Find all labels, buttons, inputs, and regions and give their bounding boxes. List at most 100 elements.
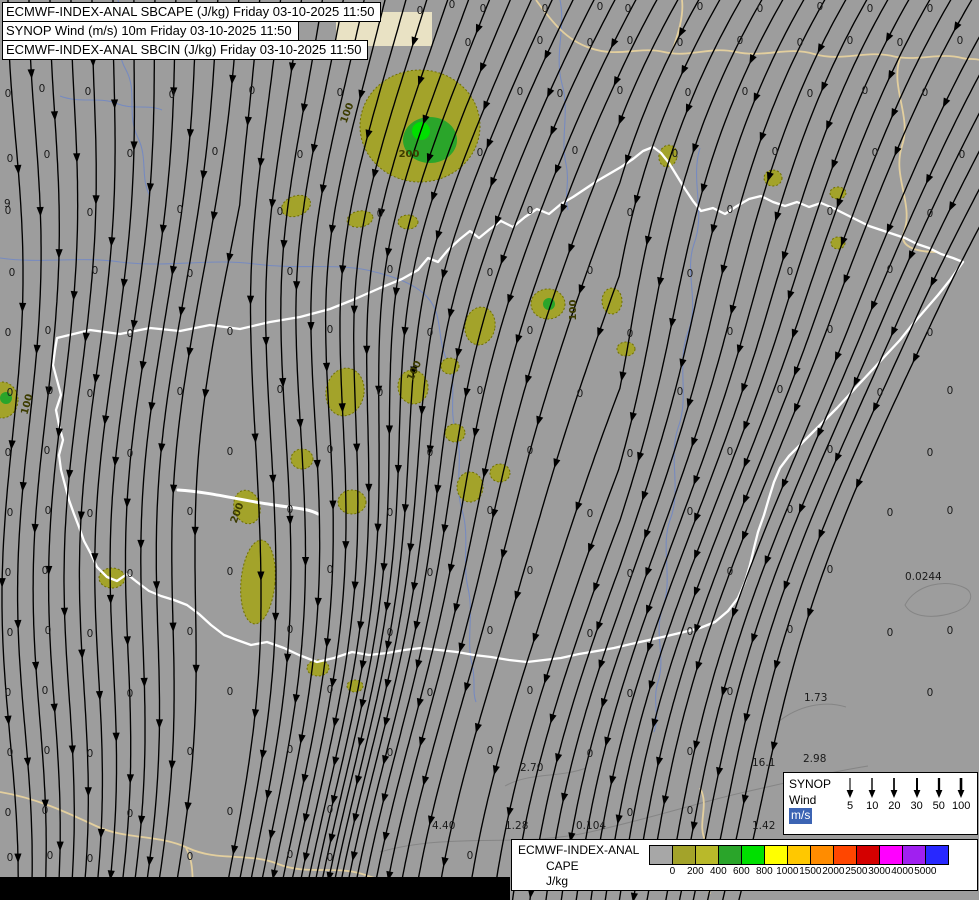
station-value: 0 <box>872 147 879 159</box>
station-value: 0 <box>927 208 934 220</box>
station-value: 0 <box>387 507 394 519</box>
map-canvas: 1002001001001002000000000000000000000000… <box>0 0 979 900</box>
station-value: 0 <box>487 625 494 637</box>
station-value: 0 <box>527 445 534 457</box>
station-value: 0 <box>417 5 424 17</box>
station-value: 0 <box>587 37 594 49</box>
cape-tick-label: 1500 <box>799 866 821 877</box>
station-value: 0 <box>877 387 884 399</box>
cape-legend-unit: J/kg <box>518 874 639 890</box>
station-value: 0 <box>727 204 734 216</box>
cape-colorbar-cells <box>649 845 949 865</box>
wind-arrow-row <box>839 777 972 799</box>
station-value: 0 <box>87 748 94 760</box>
station-value: 0 <box>887 627 894 639</box>
station-value: 0 <box>627 807 634 819</box>
station-value: 0.104 <box>576 820 606 832</box>
station-value: 0 <box>685 87 692 99</box>
station-value: 0 <box>327 564 334 576</box>
station-value: 0 <box>797 37 804 49</box>
station-value: 0 <box>862 85 869 97</box>
station-value: 0 <box>127 448 134 460</box>
station-value: 0 <box>92 265 99 277</box>
cape-color-cell <box>879 845 903 865</box>
station-value: 0 <box>727 326 734 338</box>
station-value: 0 <box>827 206 834 218</box>
station-value: 0 <box>7 507 14 519</box>
border-layer <box>53 147 963 662</box>
station-value: 0 <box>577 388 584 400</box>
station-value: 0 <box>427 567 434 579</box>
cape-legend: ECMWF-INDEX-ANAL CAPE J/kg 0200400600800… <box>511 839 978 891</box>
wind-legend: SYNOP Wind m/s 510203050100 <box>783 772 978 835</box>
station-value: 0 <box>287 266 294 278</box>
wind-speed-label: 10 <box>863 800 881 812</box>
station-value: 0 <box>887 507 894 519</box>
station-value: 0 <box>227 686 234 698</box>
station-value: 0 <box>487 745 494 757</box>
station-value: 0 <box>337 87 344 99</box>
station-value: 2.98 <box>803 753 826 765</box>
station-value: 0 <box>5 447 12 459</box>
cape-tick-label: 5000 <box>914 866 936 877</box>
wind-speed-row: 510203050100 <box>839 800 972 812</box>
station-value: 0 <box>487 505 494 517</box>
station-value: 0.0244 <box>905 571 942 583</box>
station-value: 0 <box>127 328 134 340</box>
cape-color-cell <box>787 845 811 865</box>
station-value: 0 <box>87 207 94 219</box>
wind-speed-label: 30 <box>908 800 926 812</box>
station-value: 0 <box>42 565 49 577</box>
cape-tick-label: 800 <box>756 866 773 877</box>
station-value: 0 <box>687 746 694 758</box>
station-value: 0 <box>7 852 14 864</box>
station-value: 0 <box>587 508 594 520</box>
title-line-sbcin: ECMWF-INDEX-ANAL SBCIN (J/kg) Friday 03-… <box>2 40 368 60</box>
cape-color-cell <box>718 845 742 865</box>
station-value: 0 <box>187 626 194 638</box>
station-value: 0 <box>887 264 894 276</box>
station-value: 0 <box>787 266 794 278</box>
station-value: 0 <box>387 264 394 276</box>
station-value: 0 <box>542 3 549 15</box>
hungary-border <box>53 147 963 662</box>
station-value: 0 <box>44 445 51 457</box>
station-value: 0 <box>827 324 834 336</box>
station-value: 0 <box>44 149 51 161</box>
cape-color-cell <box>672 845 696 865</box>
wind-arrow-icon <box>841 777 859 799</box>
cape-color-cell <box>695 845 719 865</box>
station-value: 0 <box>227 566 234 578</box>
station-value: 0 <box>277 384 284 396</box>
cape-color-cell <box>902 845 926 865</box>
wind-speed-label: 100 <box>952 800 970 812</box>
station-value: 0 <box>927 3 934 15</box>
station-value: 0 <box>477 147 484 159</box>
station-value: 0 <box>5 327 12 339</box>
cape-legend-subtitle: CAPE <box>518 859 639 875</box>
station-value: 0 <box>527 205 534 217</box>
wind-arrow-icon <box>952 777 970 799</box>
station-value: 1.73 <box>804 692 827 704</box>
station-value: 0 <box>777 384 784 396</box>
station-value: 0 <box>327 852 334 864</box>
station-value: 0 <box>287 504 294 516</box>
station-value: 0 <box>572 145 579 157</box>
station-value: 0 <box>897 37 904 49</box>
station-value: 0 <box>127 568 134 580</box>
station-value: 0 <box>377 387 384 399</box>
station-value: 0 <box>627 328 634 340</box>
station-value: 0 <box>627 688 634 700</box>
wind-arrow-icon <box>863 777 881 799</box>
station-value: 0 <box>517 86 524 98</box>
station-value: 0 <box>947 505 954 517</box>
station-value: 0 <box>9 267 16 279</box>
cape-tick-label: 4000 <box>891 866 913 877</box>
station-value: 0 <box>7 747 14 759</box>
station-value: 0 <box>727 446 734 458</box>
station-value: 0 <box>957 35 964 47</box>
station-value: 0 <box>742 86 749 98</box>
station-value: 0 <box>817 1 824 13</box>
station-value: 0 <box>757 3 764 15</box>
station-value: 16.1 <box>752 757 775 769</box>
